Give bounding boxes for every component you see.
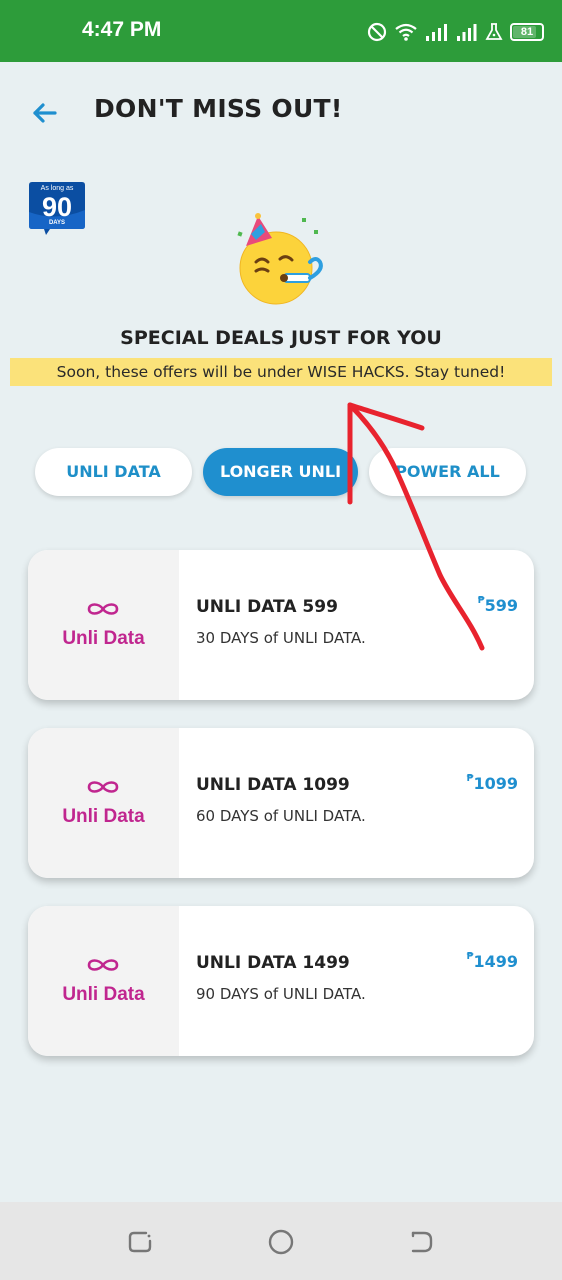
offer-title: UNLI DATA 599 <box>196 597 338 617</box>
currency-symbol: ₱ <box>466 773 474 784</box>
do-not-disturb-icon <box>367 22 387 42</box>
status-icons: 81 <box>367 19 544 45</box>
offer-brand-panel: Unli Data <box>28 728 179 878</box>
badge-top-text: As long as <box>40 185 74 192</box>
offer-price: ₱1099 <box>466 773 519 793</box>
navigation-bar <box>0 1202 562 1280</box>
battery-level: 81 <box>520 26 534 38</box>
offer-title: UNLI DATA 1499 <box>196 953 350 973</box>
infinity-icon <box>87 781 119 793</box>
currency-symbol: ₱ <box>477 595 485 606</box>
infinity-icon <box>87 603 119 615</box>
offer-brand-panel: Unli Data <box>28 906 179 1056</box>
badge-bottom-text: DAYS <box>48 220 66 226</box>
tab-unli-data[interactable]: UNLI DATA <box>35 448 192 496</box>
signal-icon <box>426 24 447 41</box>
offer-price-value: 599 <box>484 596 518 615</box>
infinity-icon <box>87 959 119 971</box>
offer-price: ₱599 <box>477 595 518 615</box>
offer-price: ₱1499 <box>466 951 519 971</box>
tab-longer-unli[interactable]: LONGER UNLI <box>203 448 358 496</box>
battery-icon: 81 <box>510 23 544 41</box>
recents-icon[interactable] <box>125 1227 155 1257</box>
deals-heading: SPECIAL DEALS JUST FOR YOU <box>120 327 442 349</box>
days-badge: As long as 90 DAYS <box>26 182 88 236</box>
tab-power-all[interactable]: POWER ALL <box>369 448 526 496</box>
offer-card[interactable]: Unli Data UNLI DATA 1099 60 DAYS of UNLI… <box>28 728 534 878</box>
offer-description: 60 DAYS of UNLI DATA. <box>196 807 366 825</box>
page-title: DON'T MISS OUT! <box>94 94 343 123</box>
offer-card[interactable]: Unli Data UNLI DATA 1499 90 DAYS of UNLI… <box>28 906 534 1056</box>
currency-symbol: ₱ <box>466 951 474 962</box>
offer-description: 30 DAYS of UNLI DATA. <box>196 629 366 647</box>
status-time: 4:47 PM <box>82 18 162 41</box>
deals-note: Soon, these offers will be under WISE HA… <box>10 358 552 386</box>
wifi-icon <box>395 23 417 41</box>
status-bar: 4:47 PM 81 <box>0 0 562 62</box>
offer-description: 90 DAYS of UNLI DATA. <box>196 985 366 1003</box>
offer-brand-label: Unli Data <box>62 984 145 1005</box>
home-icon[interactable] <box>266 1227 296 1257</box>
offer-title: UNLI DATA 1099 <box>196 775 350 795</box>
offer-brand-label: Unli Data <box>62 628 145 649</box>
offer-brand-panel: Unli Data <box>28 550 179 700</box>
offer-card[interactable]: Unli Data UNLI DATA 599 30 DAYS of UNLI … <box>28 550 534 700</box>
back-arrow-icon[interactable] <box>30 98 60 128</box>
badge-number: 90 <box>41 192 73 222</box>
signal-icon <box>457 24 477 41</box>
offer-brand-label: Unli Data <box>62 806 145 827</box>
party-emoji-icon <box>237 213 323 305</box>
offer-price-value: 1499 <box>473 952 518 971</box>
data-saver-icon <box>485 23 503 40</box>
offer-price-value: 1099 <box>473 774 518 793</box>
back-icon[interactable] <box>406 1227 436 1257</box>
